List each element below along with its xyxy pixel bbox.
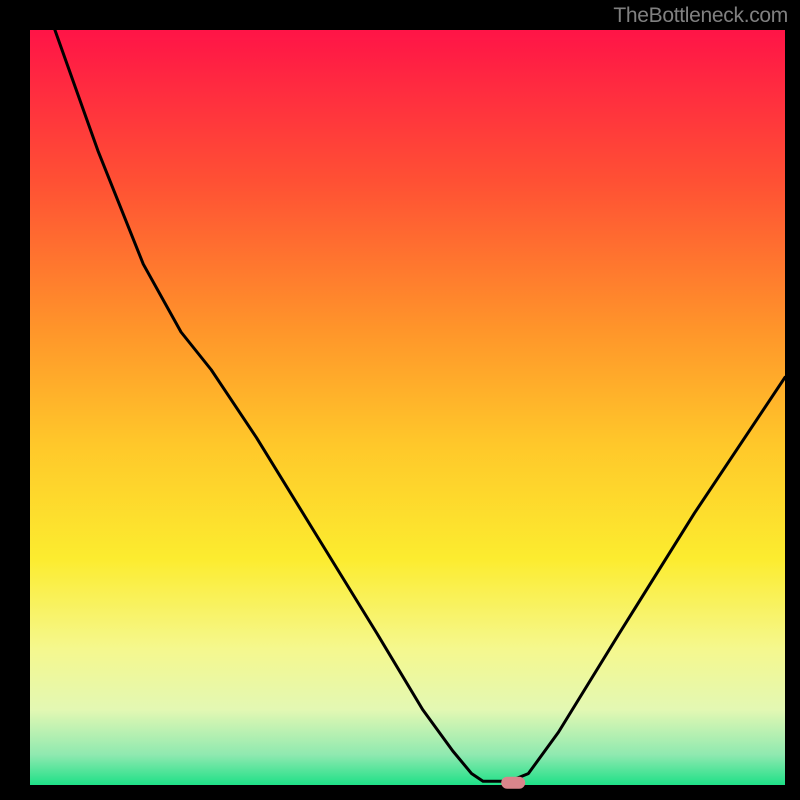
optimal-marker xyxy=(501,777,525,789)
plot-background xyxy=(30,30,785,785)
chart-container: TheBottleneck.com xyxy=(0,0,800,800)
bottleneck-chart xyxy=(0,0,800,800)
watermark-label: TheBottleneck.com xyxy=(613,4,788,28)
